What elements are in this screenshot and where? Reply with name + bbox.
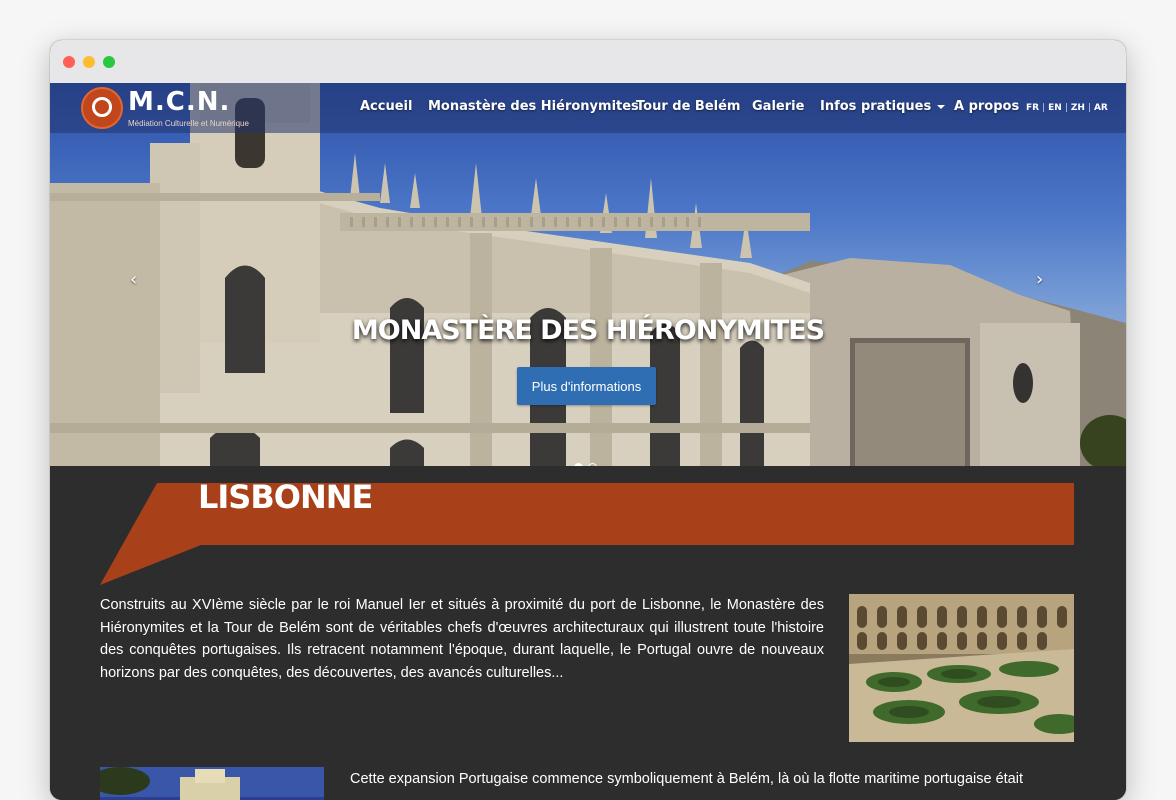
hero-carousel: M.C.N. Médiation Culturelle et Numérique… — [50, 83, 1126, 466]
lang-zh[interactable]: ZH — [1071, 103, 1085, 113]
top-navbar: M.C.N. Médiation Culturelle et Numérique… — [50, 83, 1126, 133]
lang-separator: | — [1064, 103, 1068, 113]
caret-down-icon — [937, 104, 946, 109]
lang-fr[interactable]: FR — [1026, 103, 1039, 113]
belem-tower-photo — [100, 767, 324, 800]
lang-en[interactable]: EN — [1048, 103, 1062, 113]
expansion-paragraph: Cette expansion Portugaise commence symb… — [350, 771, 1023, 787]
language-switcher: FR | EN | ZH | AR — [1026, 103, 1108, 113]
logo-subtitle: Médiation Culturelle et Numérique — [128, 119, 249, 128]
browser-window: M.C.N. Médiation Culturelle et Numérique… — [50, 40, 1126, 800]
nav-item-monastere[interactable]: Monastère des Hiéronymites — [428, 99, 639, 114]
section-title: LISBONNE — [198, 478, 373, 516]
lang-separator: | — [1042, 103, 1046, 113]
maximize-window-button[interactable] — [103, 56, 115, 68]
intro-paragraph: Construits au XVIème siècle par le roi M… — [100, 597, 824, 681]
cloister-photo — [849, 594, 1074, 742]
nav-item-accueil[interactable]: Accueil — [360, 99, 412, 114]
carousel-next-icon[interactable]: › — [1036, 269, 1043, 290]
minimize-window-button[interactable] — [83, 56, 95, 68]
logo-title: M.C.N. — [128, 87, 231, 117]
lang-ar[interactable]: AR — [1094, 103, 1108, 113]
lang-separator: | — [1087, 103, 1091, 113]
more-info-button[interactable]: Plus d'informations — [517, 367, 656, 405]
slide-caption: MONASTÈRE DES HIÉRONYMITES — [351, 315, 825, 346]
nav-item-infos-pratiques-label: Infos pratiques — [820, 99, 932, 114]
window-titlebar — [50, 40, 1126, 84]
site-logo[interactable]: M.C.N. Médiation Culturelle et Numérique — [81, 87, 261, 131]
nav-item-galerie[interactable]: Galerie — [752, 99, 804, 114]
nav-item-a-propos[interactable]: A propos — [954, 99, 1019, 114]
monastery-photo — [50, 83, 1126, 466]
nav-item-infos-pratiques[interactable]: Infos pratiques — [820, 99, 946, 114]
main-content: LISBONNE Construits au XVIème siècle par… — [50, 466, 1126, 800]
nav-item-tour-de-belem[interactable]: Tour de Belém — [636, 99, 740, 114]
carousel-prev-icon[interactable]: ‹ — [130, 269, 137, 290]
logo-emblem-icon — [81, 87, 123, 129]
close-window-button[interactable] — [63, 56, 75, 68]
